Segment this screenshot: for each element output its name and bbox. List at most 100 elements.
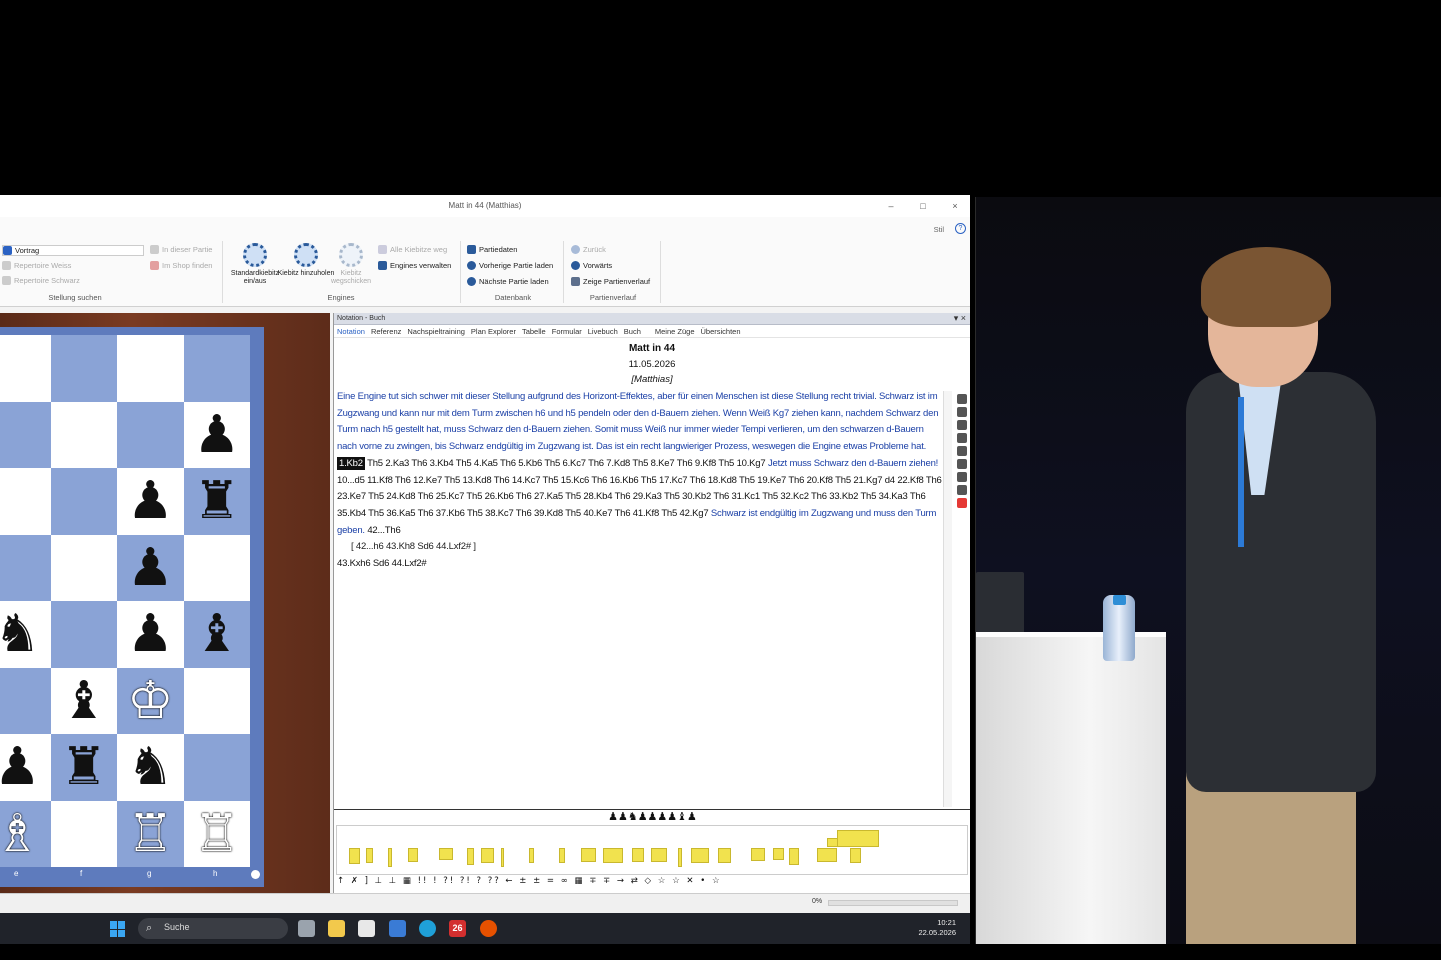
square-e6[interactable] — [0, 468, 51, 535]
black-pawn-g4[interactable]: ♟ — [117, 601, 184, 668]
square-f6[interactable] — [50, 468, 117, 535]
black-rook-h6[interactable]: ♜ — [183, 468, 250, 535]
notation-scrollbar[interactable] — [943, 391, 952, 807]
tab-plan-explorer[interactable]: Plan Explorer — [471, 327, 516, 336]
zurueck-button[interactable]: Zurück — [571, 245, 606, 254]
black-rook-f2[interactable]: ♜ — [50, 734, 117, 801]
variation-line[interactable]: [ 42...h6 43.Kh8 Sd6 44.Lxf2# ] — [351, 541, 476, 552]
square-e5[interactable] — [0, 534, 51, 601]
tab-notation[interactable]: Notation — [337, 327, 365, 336]
square-e7[interactable] — [0, 401, 51, 468]
square-f1[interactable] — [50, 800, 117, 867]
black-knight-g2[interactable]: ♞ — [117, 734, 184, 801]
engines-verwalten-button[interactable]: Engines verwalten — [378, 261, 451, 270]
naechste-partie-button[interactable]: Nächste Partie laden — [467, 277, 549, 286]
black-bishop-h4[interactable]: ♝ — [183, 601, 250, 668]
eval-bar — [837, 830, 879, 847]
square-e8[interactable] — [0, 335, 51, 402]
taskbar-clock[interactable]: 10:21 22.05.2026 — [918, 918, 956, 938]
move-sequence[interactable]: Th5 2.Ka3 Th6 3.Kb4 Th5 4.Ka5 Th6 5.Kb6 … — [367, 458, 766, 469]
edge-browser-icon[interactable] — [419, 920, 436, 937]
in-dieser-partie-button[interactable]: In dieser Partie — [150, 245, 212, 254]
tab-referenz[interactable]: Referenz — [371, 327, 401, 336]
start-button[interactable] — [110, 921, 126, 937]
red-square-icon[interactable] — [957, 498, 967, 508]
tab-tabelle[interactable]: Tabelle — [522, 327, 546, 336]
style-menu[interactable]: Stil — [934, 225, 944, 234]
tab-nachspieltraining[interactable]: Nachspieltraining — [407, 327, 465, 336]
mail-icon[interactable] — [389, 920, 406, 937]
fritz-app-icon[interactable] — [480, 920, 497, 937]
close-button[interactable]: × — [948, 199, 962, 213]
font-icon[interactable] — [957, 433, 967, 443]
square-g8[interactable] — [117, 335, 184, 402]
maximize-button[interactable]: □ — [916, 199, 930, 213]
vorwaerts-button[interactable]: Vorwärts — [571, 261, 612, 270]
tab-formular[interactable]: Formular — [552, 327, 582, 336]
square-f8[interactable] — [50, 335, 117, 402]
arrow-right-icon[interactable] — [957, 420, 967, 430]
black-pawn-g6[interactable]: ♟ — [117, 468, 184, 535]
ribbon-separator — [563, 241, 564, 303]
vortrag-select[interactable]: Vortrag — [2, 245, 144, 256]
taskbar-search[interactable]: ⌕ Suche — [138, 918, 288, 939]
window-title: Matt in 44 (Matthias) — [448, 201, 522, 210]
palette-icon[interactable] — [957, 472, 967, 482]
white-king-g3[interactable]: ♔ — [117, 667, 184, 734]
file-explorer-icon[interactable] — [328, 920, 345, 937]
repertoire-schwarz-button[interactable]: Repertoire Schwarz — [2, 276, 80, 285]
arrow-up-icon[interactable] — [957, 394, 967, 404]
arrow-left-icon[interactable] — [957, 407, 967, 417]
clock-date: 22.05.2026 — [918, 928, 956, 937]
square-g7[interactable] — [117, 401, 184, 468]
white-rook-h1[interactable]: ♖ — [183, 800, 250, 867]
final-line[interactable]: 43.Kxh6 Sd6 44.Lxf2# — [337, 558, 427, 569]
selected-move[interactable]: 1.Kb2 — [337, 456, 365, 470]
task-view-icon[interactable] — [298, 920, 315, 937]
square-h8[interactable] — [183, 335, 250, 402]
partiedaten-button[interactable]: Partiedaten — [467, 245, 517, 254]
panel-close-icon[interactable]: ▾ × — [954, 313, 966, 324]
black-bishop-f3[interactable]: ♝ — [50, 667, 117, 734]
black-pawn-e2[interactable]: ♟ — [0, 734, 51, 801]
tab-livebuch[interactable]: Livebuch — [588, 327, 618, 336]
document-icon — [467, 245, 476, 254]
white-bishop-e1[interactable]: ♗ — [0, 800, 51, 867]
zeige-partienverlauf-button[interactable]: Zeige Partienverlauf — [571, 277, 650, 286]
square-e3[interactable] — [0, 667, 51, 734]
square-f5[interactable] — [50, 534, 117, 601]
chessbase-app-icon[interactable]: 26 — [449, 920, 466, 937]
tab-uebersichten[interactable]: Übersichten — [701, 327, 741, 336]
move-sequence[interactable]: 42...Th6 — [367, 525, 400, 536]
notation-text[interactable]: Eine Engine tut sich schwer mit dieser S… — [337, 389, 943, 573]
progress-percent: 0% — [812, 898, 823, 905]
im-shop-finden-button[interactable]: Im Shop finden — [150, 261, 212, 270]
square-f4[interactable] — [50, 601, 117, 668]
zoom-icon[interactable] — [957, 446, 967, 456]
evaluation-graph[interactable] — [336, 825, 968, 875]
notation-panel: Notation - Buch ▾ × Notation Referenz Na… — [333, 313, 970, 893]
repertoire-weiss-button[interactable]: Repertoire Weiss — [2, 261, 71, 270]
shop-icon — [150, 261, 159, 270]
chess-board[interactable]: ♟ ♟ ♜ ♟ ♞ ♟ ♝ ♝ ♔ ♟ ♜ ♞ ♗ ♖ ♖ e f g h — [0, 327, 264, 887]
tab-buch[interactable]: Buch — [624, 327, 641, 336]
alle-kiebitze-weg-button[interactable]: Alle Kiebitze weg — [378, 245, 447, 254]
square-f7[interactable] — [50, 401, 117, 468]
square-h2[interactable] — [183, 734, 250, 801]
tab-meine-zuege[interactable]: Meine Züge — [655, 327, 695, 336]
white-rook-g1[interactable]: ♖ — [117, 800, 184, 867]
vorherige-partie-button[interactable]: Vorherige Partie laden — [467, 261, 553, 270]
black-pawn-g5[interactable]: ♟ — [117, 534, 184, 601]
pen-icon[interactable] — [957, 459, 967, 469]
help-icon[interactable]: ? — [955, 223, 966, 234]
kiebitz-wegschicken-button[interactable]: Kiebitz wegschicken — [321, 243, 381, 286]
annotation-symbols-toolbar[interactable]: ↑ ✗ ] ⊥ ⊥ ▦ !! ! ?! ?! ? ?? ← ± ± = ∞ ▦ … — [337, 876, 967, 890]
black-knight-e4[interactable]: ♞ — [0, 601, 51, 668]
store-icon[interactable] — [358, 920, 375, 937]
minimize-button[interactable]: – — [884, 199, 898, 213]
square-h5[interactable] — [183, 534, 250, 601]
video-frame: Matt in 44 (Matthias) – □ × Stil ? Vortr… — [0, 0, 1441, 960]
square-h3[interactable] — [183, 667, 250, 734]
black-pawn-h7[interactable]: ♟ — [183, 401, 250, 468]
eraser-icon[interactable] — [957, 485, 967, 495]
